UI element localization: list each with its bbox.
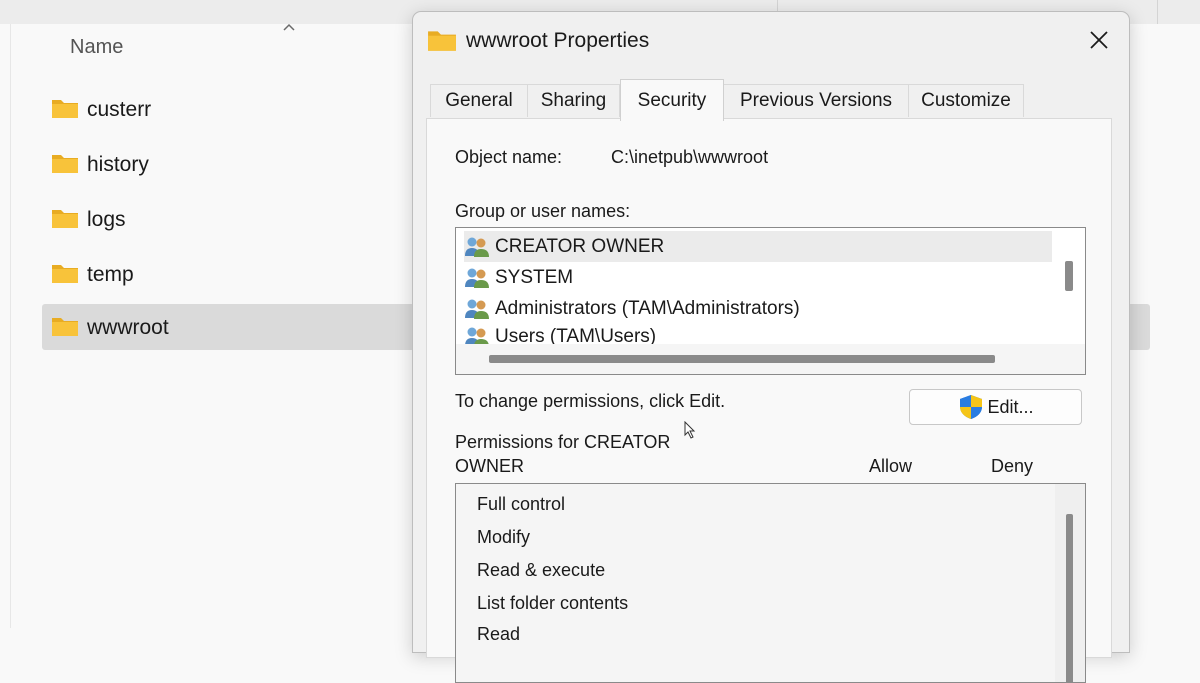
folder-icon (52, 100, 78, 118)
mouse-cursor-icon (684, 421, 696, 439)
column-header-name[interactable]: Name (70, 36, 123, 59)
tab-security[interactable]: Security (620, 79, 724, 121)
list-item-administrators[interactable]: Administrators (TAM\Administrators) (464, 293, 1052, 324)
permissions-list: Full control Modify Read & execute List … (455, 483, 1086, 683)
users-icon (465, 268, 489, 288)
allow-column-header: Allow (869, 456, 913, 476)
permission-row: List folder contents (477, 593, 629, 613)
users-icon (465, 327, 489, 346)
list-item-users[interactable]: Users (TAM\Users) (464, 324, 1052, 346)
folder-icon (52, 155, 78, 173)
properties-dialog: wwwroot Properties General Sharing Secur… (412, 11, 1130, 683)
file-name: temp (87, 263, 134, 286)
edit-button[interactable]: Edit... (909, 389, 1082, 425)
deny-column-header: Deny (991, 456, 1034, 476)
user-name: CREATOR OWNER (495, 235, 665, 257)
group-names-label: Group or user names: (455, 201, 631, 221)
close-button[interactable] (1069, 12, 1129, 68)
permission-row: Modify (477, 527, 531, 547)
file-name: logs (87, 208, 126, 231)
permissions-for-label-line1: Permissions for CREATOR (455, 432, 671, 452)
permission-row: Read & execute (477, 560, 606, 580)
uac-shield-icon (960, 395, 983, 419)
close-icon (1090, 31, 1108, 49)
folder-icon (52, 210, 78, 228)
object-name-value: C:\inetpub\wwwroot (611, 147, 769, 167)
folder-icon (52, 265, 78, 283)
user-name: SYSTEM (495, 266, 574, 288)
folder-icon (52, 318, 78, 336)
user-name: Users (TAM\Users) (495, 326, 657, 346)
tab-general[interactable]: General (430, 84, 528, 117)
edit-button-label: Edit... (987, 396, 1034, 417)
vertical-scrollbar-thumb[interactable] (1065, 261, 1073, 291)
folder-icon (428, 31, 456, 51)
permission-row: Full control (477, 494, 566, 514)
security-tab-panel: Object name: C:\inetpub\wwwroot Group or… (426, 118, 1112, 683)
object-name-label: Object name: (455, 147, 563, 167)
change-permissions-hint: To change permissions, click Edit. (455, 391, 726, 411)
users-icon (465, 237, 489, 257)
tab-customize[interactable]: Customize (908, 84, 1024, 117)
dialog-title: wwwroot Properties (466, 29, 650, 52)
permissions-for-label-line2: OWNER (455, 456, 524, 476)
tab-previous-versions[interactable]: Previous Versions (723, 84, 909, 117)
list-item-system[interactable]: SYSTEM (464, 262, 1052, 293)
list-item-creator-owner[interactable]: CREATOR OWNER (464, 231, 1052, 262)
group-user-listbox[interactable]: CREATOR OWNER SYSTEM Administrators (TAM… (455, 227, 1086, 375)
horizontal-scrollbar-thumb[interactable] (489, 355, 995, 363)
permissions-scrollbar-thumb[interactable] (1066, 514, 1073, 682)
file-name: wwwroot (87, 316, 169, 339)
permission-row: Read (477, 624, 521, 644)
user-name: Administrators (TAM\Administrators) (495, 297, 800, 319)
users-icon (465, 299, 489, 319)
file-name: history (87, 153, 149, 176)
sort-ascending-icon (283, 23, 295, 31)
tab-sharing[interactable]: Sharing (527, 84, 620, 117)
navigation-pane-border (10, 24, 11, 628)
file-name: custerr (87, 98, 152, 121)
